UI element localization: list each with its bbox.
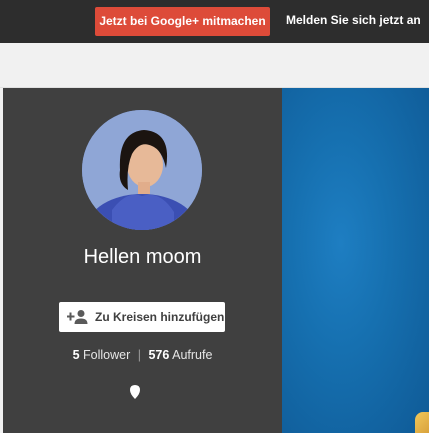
location-pin-icon: [129, 385, 141, 399]
add-to-circles-label: Zu Kreisen hinzufügen: [95, 310, 225, 324]
followers-count: 5: [72, 348, 80, 362]
profile-name: Hellen moom: [83, 246, 202, 268]
avatar-image: [82, 110, 202, 230]
add-to-circles-button[interactable]: Zu Kreisen hinzufügen: [59, 302, 225, 332]
join-google-plus-button[interactable]: Jetzt bei Google+ mitmachen: [95, 7, 270, 36]
views-count: 576: [148, 348, 170, 362]
cover-photo: [282, 88, 429, 433]
views-label: Aufrufe: [172, 348, 213, 362]
sub-header-bar: [0, 43, 429, 88]
profile-stats: 5 Follower | 576 Aufrufe: [3, 348, 282, 362]
sign-in-link[interactable]: Melden Sie sich jetzt an: [286, 13, 429, 27]
stats-separator: |: [137, 348, 141, 362]
profile-panel: Hellen moom Zu Kreisen hinzufügen 5 Foll…: [3, 88, 282, 433]
person-add-icon: [67, 309, 89, 325]
followers-label: Follower: [83, 348, 131, 362]
top-bar: Jetzt bei Google+ mitmachen Melden Sie s…: [0, 0, 429, 43]
cover-accent: [415, 412, 429, 433]
avatar[interactable]: [82, 110, 202, 230]
